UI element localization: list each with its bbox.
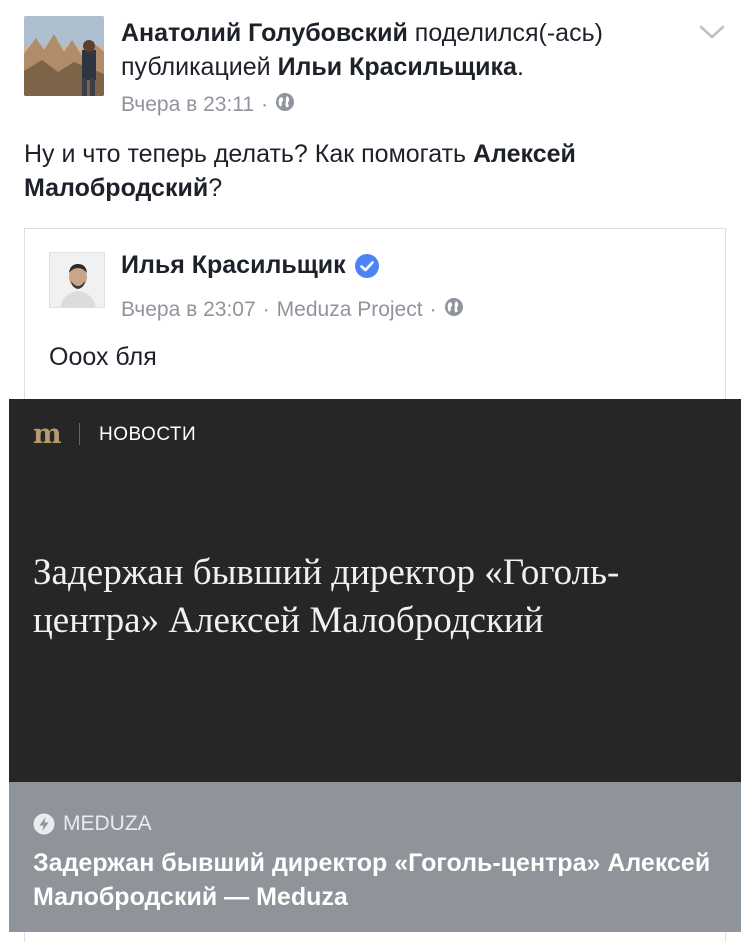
shared-owner-name[interactable]: Ильи Красильщика [278,53,517,81]
globe-icon [444,297,464,323]
meduza-logo: m [33,419,62,450]
header-period: . [516,53,524,81]
meta-separator: · [262,298,270,321]
author-name[interactable]: Анатолий Голубовский [121,19,408,47]
shared-author-row: Илья Красильщик [121,251,380,280]
meta-separator: · [429,298,437,321]
shared-post-source[interactable]: Meduza Project [277,298,423,322]
verified-badge-icon [354,253,380,279]
post-meta: Вчера в 23:11 · [121,92,295,118]
link-preview-image[interactable]: m НОВОСТИ Задержан бывший директор «Гого… [9,399,741,782]
facebook-post: Анатолий Голубовский поделился(-ась) пуб… [0,0,750,942]
share-object: публикацией [121,53,271,81]
shared-post-timestamp[interactable]: Вчера в 23:07 [121,298,256,322]
shared-post-meta: Вчера в 23:07 · Meduza Project · [121,297,464,323]
shared-author-avatar[interactable] [49,252,105,308]
link-source-row: MEDUZA [33,812,152,836]
post-header: Анатолий Голубовский поделился(-ась) пуб… [121,16,681,84]
author-avatar[interactable] [24,16,104,96]
chevron-down-icon[interactable] [698,22,726,42]
lightning-icon [33,813,55,835]
link-domain: MEDUZA [63,812,152,835]
shared-author-name[interactable]: Илья Красильщик [121,251,346,280]
section-label: НОВОСТИ [99,424,197,445]
share-verb: поделился(-ась) [414,19,603,47]
image-headline: Задержан бывший директор «Гоголь-центра»… [33,552,620,641]
shared-post-text: Ооох бля [49,343,157,371]
post-text-end: ? [208,174,223,202]
link-title[interactable]: Задержан бывший директор «Гоголь-центра»… [33,846,723,914]
post-text: Ну и что теперь делать? Как помогать Але… [24,137,724,205]
meta-separator: · [261,93,269,116]
logo-divider [79,423,80,445]
link-preview-caption[interactable]: MEDUZA Задержан бывший директор «Гоголь-… [9,782,741,932]
globe-icon [275,92,295,118]
post-timestamp[interactable]: Вчера в 23:11 [121,93,254,117]
post-text-start: Ну и что теперь делать? Как помогать [24,140,473,168]
